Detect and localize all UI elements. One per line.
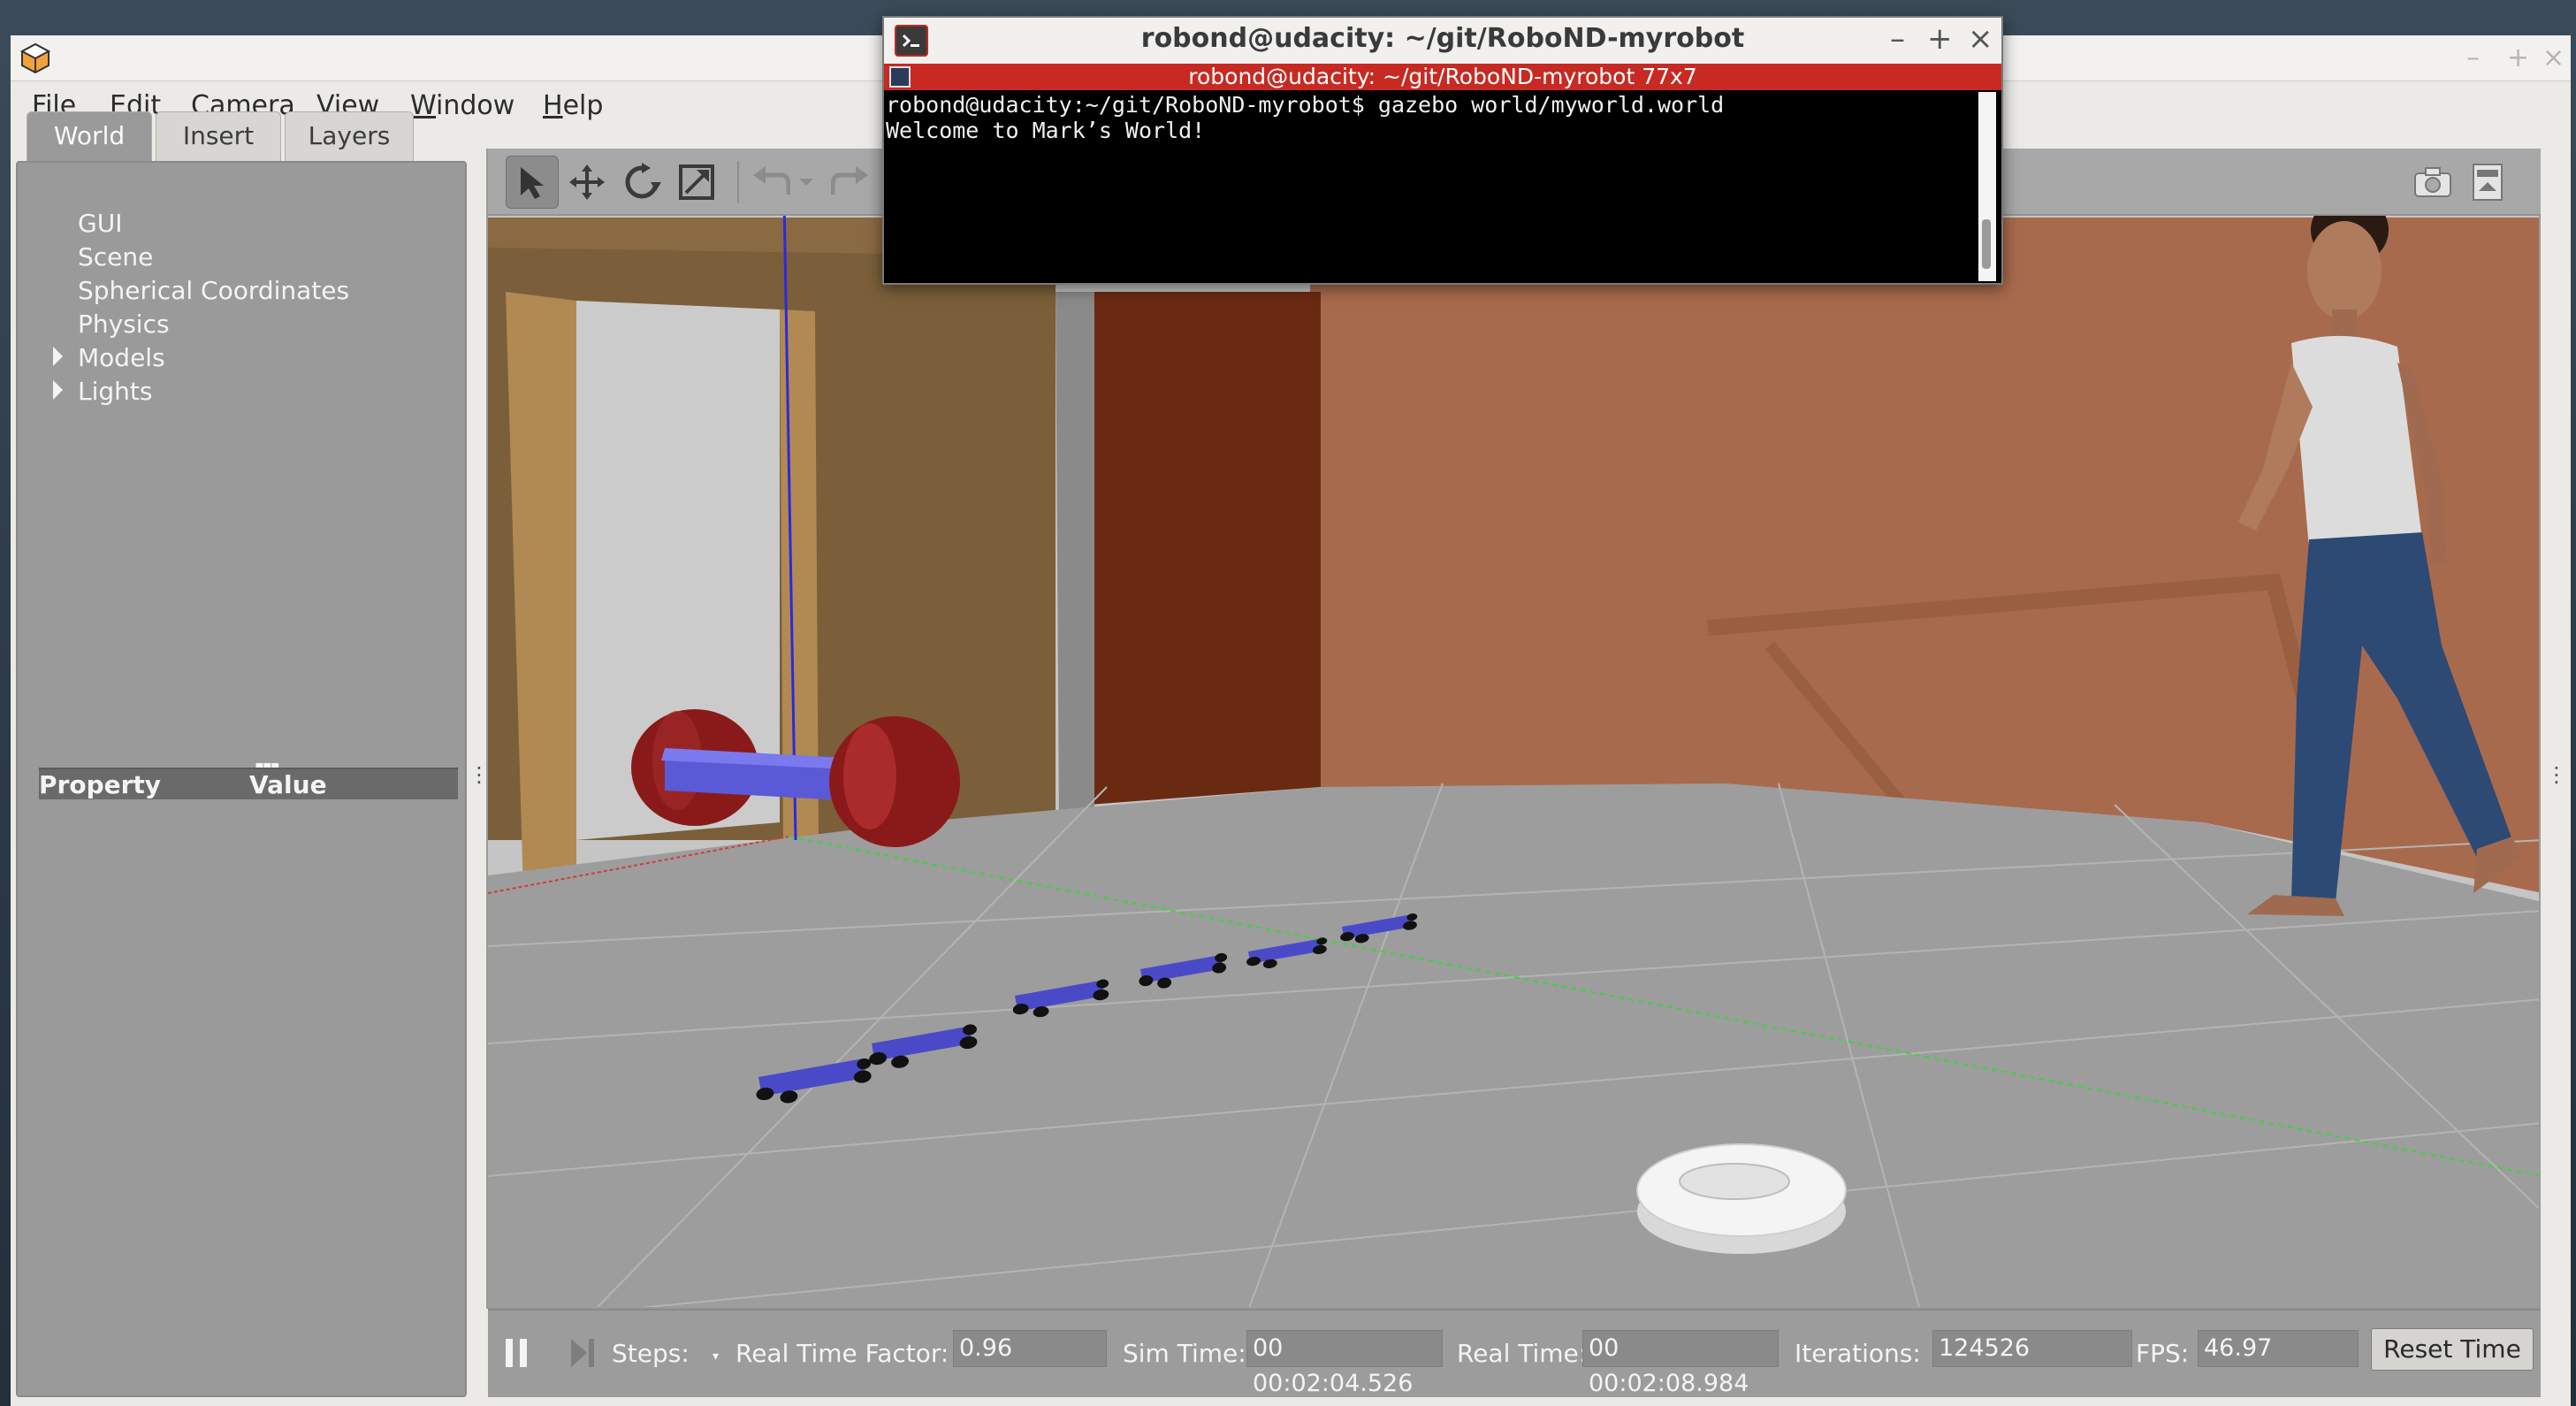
toolbar-separator <box>737 161 739 203</box>
scale-icon <box>679 164 714 200</box>
menu-help[interactable]: Help <box>543 90 603 121</box>
rtf-label: Real Time Factor: <box>735 1339 949 1368</box>
reset-time-button[interactable]: Reset Time <box>2371 1328 2534 1371</box>
maximize-icon[interactable]: + <box>1927 21 1953 57</box>
terminal-tab-title: robond@udacity: ~/git/RoboND-myrobot 77x… <box>1188 64 1697 89</box>
menu-window[interactable]: Window <box>410 90 514 121</box>
terminal-scrollbar[interactable] <box>1978 92 1996 281</box>
terminal-tab[interactable]: robond@udacity: ~/git/RoboND-myrobot 77x… <box>884 64 2001 90</box>
gazebo-logo-icon <box>19 42 51 74</box>
undo-button[interactable] <box>744 156 797 209</box>
tab-insert[interactable]: Insert <box>156 111 281 161</box>
property-table-header: Property Value <box>39 768 458 799</box>
dark-wall <box>1089 292 1321 805</box>
real-time-value: 00 00:02:08.984 <box>1582 1330 1779 1397</box>
right-splitter-handle-icon[interactable]: ⋮ <box>2546 762 2567 789</box>
terminal-titlebar[interactable]: robond@udacity: ~/git/RoboND-myrobot – +… <box>884 18 2001 64</box>
close-icon[interactable]: × <box>2542 42 2565 73</box>
value-column-header: Value <box>249 770 327 799</box>
left-splitter-handle-icon[interactable]: ⋮ <box>469 762 490 789</box>
scale-mode-button[interactable] <box>670 156 723 209</box>
scene-render <box>488 150 2539 1307</box>
rtf-value: 0.96 <box>953 1330 1107 1367</box>
iterations-label: Iterations: <box>1795 1339 1921 1368</box>
maximize-icon[interactable]: + <box>2507 42 2529 73</box>
terminal-title: robond@udacity: ~/git/RoboND-myrobot <box>1140 23 1745 54</box>
rotate-mode-button[interactable] <box>615 156 668 209</box>
terminal-output[interactable]: robond@udacity:~/git/RoboND-myrobot$ gaz… <box>886 92 1977 283</box>
terminal-line: robond@udacity:~/git/RoboND-myrobot$ gaz… <box>886 92 1725 118</box>
close-icon[interactable]: × <box>1968 21 1993 57</box>
terminal-window[interactable]: robond@udacity: ~/git/RoboND-myrobot – +… <box>882 16 2003 285</box>
arrow-cursor-icon <box>521 167 544 199</box>
tree-item-gui[interactable]: GUI <box>78 209 122 238</box>
select-mode-button[interactable] <box>506 156 559 209</box>
minimize-icon[interactable]: – <box>2466 42 2480 73</box>
tab-layers[interactable]: Layers <box>285 111 414 161</box>
status-bar: Steps: ▾ Real Time Factor: 0.96 Sim Time… <box>488 1309 2541 1397</box>
rotate-icon <box>625 163 661 199</box>
chevron-down-icon <box>799 179 813 186</box>
screenshot-button[interactable] <box>2406 156 2459 209</box>
pause-icon[interactable] <box>504 1337 530 1369</box>
expand-arrow-icon[interactable] <box>53 380 63 400</box>
redo-button[interactable] <box>824 156 877 209</box>
tree-item-spherical-coordinates[interactable]: Spherical Coordinates <box>78 276 349 305</box>
sim-time-value: 00 00:02:04.526 <box>1246 1330 1443 1397</box>
tree-item-lights[interactable]: Lights <box>78 377 152 406</box>
translate-mode-button[interactable] <box>560 156 614 209</box>
steps-label: Steps: <box>612 1339 690 1368</box>
camera-icon <box>2414 167 2451 197</box>
scrollbar-thumb[interactable] <box>1982 219 1991 269</box>
move-icon <box>569 164 605 200</box>
sim-time-label: Sim Time: <box>1123 1339 1246 1368</box>
log-icon <box>2473 164 2503 201</box>
undo-history-dropdown[interactable] <box>794 156 820 209</box>
steps-spinner[interactable]: ▾ <box>713 1349 719 1364</box>
redo-icon <box>831 166 868 195</box>
tree-item-physics[interactable]: Physics <box>78 309 170 339</box>
tree-item-scene[interactable]: Scene <box>78 242 153 271</box>
tab-world[interactable]: World <box>27 111 152 163</box>
undo-icon <box>753 166 790 195</box>
log-button[interactable] <box>2461 156 2514 209</box>
real-time-label: Real Time: <box>1457 1339 1588 1368</box>
iterations-value: 124526 <box>1932 1330 2132 1367</box>
tree-item-models[interactable]: Models <box>78 343 165 372</box>
world-panel: GUI Scene Spherical Coordinates Physics … <box>16 161 467 1397</box>
floor <box>488 783 2539 1307</box>
terminal-line: Welcome to Mark’s World! <box>886 118 1206 143</box>
property-column-header: Property <box>39 770 162 799</box>
fps-value: 46.97 <box>2198 1330 2359 1367</box>
fps-label: FPS: <box>2136 1339 2190 1368</box>
step-icon[interactable] <box>569 1337 596 1369</box>
pillar <box>1056 292 1094 822</box>
vacuum-robot <box>1636 1143 1847 1254</box>
minimize-icon[interactable]: – <box>1890 21 1905 57</box>
expand-arrow-icon[interactable] <box>53 347 63 366</box>
3d-viewport[interactable] <box>486 149 2541 1309</box>
